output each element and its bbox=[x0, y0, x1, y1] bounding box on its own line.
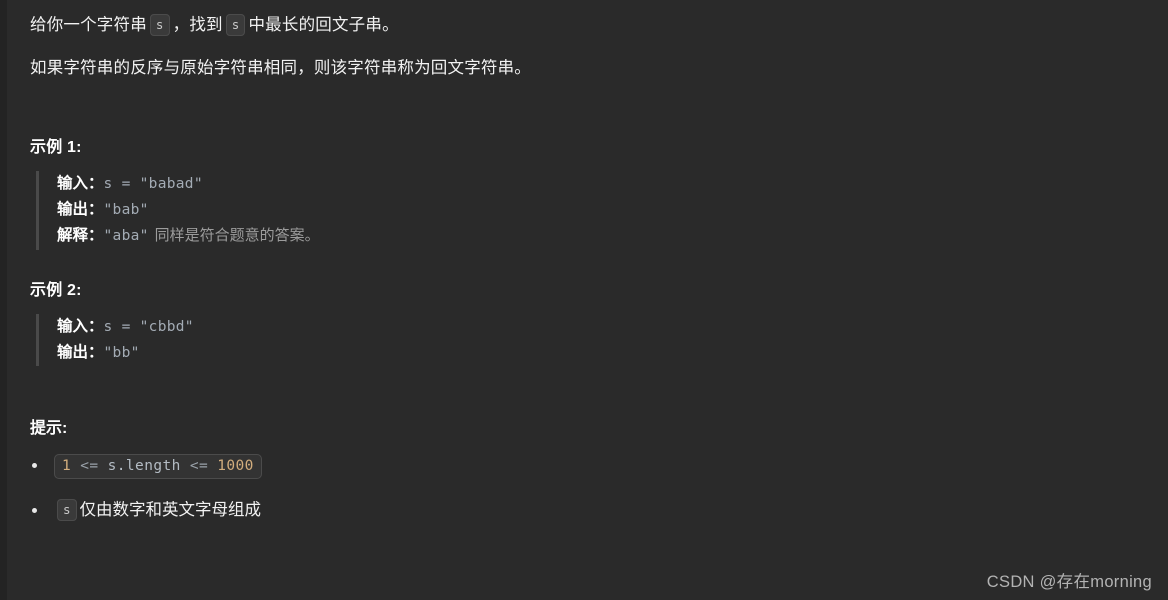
example-1-explain-code: "aba" bbox=[103, 228, 149, 245]
example-1-input-label: 输入： bbox=[57, 174, 104, 192]
paragraph-1-prefix: 给你一个字符串 bbox=[30, 16, 147, 34]
constraint-op-2: <= bbox=[180, 458, 218, 475]
example-2-output-label: 输出： bbox=[57, 344, 104, 362]
hints-title: 提示: bbox=[30, 420, 68, 438]
inline-code-s-2: s bbox=[225, 14, 246, 36]
inline-code-s-3: s bbox=[57, 498, 77, 521]
constraint-num-min: 1 bbox=[62, 458, 72, 475]
example-1-input-line: 输入：s = "babad" bbox=[57, 171, 1138, 197]
example-1-output-value: "bab" bbox=[103, 202, 149, 219]
example-1-output-label: 输出： bbox=[57, 201, 104, 219]
csdn-watermark: CSDN @存在morning bbox=[986, 573, 1152, 591]
paragraph-1-suffix: 中最长的回文子串。 bbox=[248, 16, 399, 34]
example-1-output-line: 输出："bab" bbox=[57, 197, 1138, 223]
example-1-title: 示例 1: bbox=[30, 138, 82, 156]
example-1-explain-line: 解释："aba" 同样是符合题意的答案。 bbox=[57, 223, 1138, 249]
example-2-block: 输入：s = "cbbd" 输出："bb" bbox=[36, 313, 1138, 367]
bullet-icon bbox=[32, 507, 37, 513]
constraint-num-max: 1000 bbox=[217, 458, 254, 475]
spacer-before-examples bbox=[30, 85, 1138, 133]
list-item: s 仅由数字和英文字母组成 bbox=[30, 497, 1138, 523]
inline-code-s-1: s bbox=[149, 14, 170, 36]
example-2-output-line: 输出："bb" bbox=[57, 340, 1138, 366]
constraint-code-length: 1 <= s.length <= 1000 bbox=[54, 454, 262, 480]
paragraph-1-mid: ，找到 bbox=[172, 16, 223, 34]
constraint-op-1: <= bbox=[71, 458, 108, 475]
problem-paragraph-2: 如果字符串的反序与原始字符串相同，则该字符串称为回文字符串。 bbox=[30, 59, 531, 78]
problem-content: 给你一个字符串 s ，找到 s 中最长的回文子串。 如果字符串的反序与原始字符串相同，则… bbox=[0, 0, 1168, 541]
list-item: 1 <= s.length <= 1000 bbox=[30, 452, 1138, 480]
example-1-input-value: s = "babad" bbox=[103, 175, 203, 192]
example-1-block: 输入：s = "babad" 输出："bab" 解释："aba" 同样是符合题意的… bbox=[36, 170, 1138, 250]
bullet-icon bbox=[32, 463, 37, 469]
example-2-input-label: 输入： bbox=[57, 317, 104, 335]
example-1-explain-text: 同样是符合题意的答案。 bbox=[154, 227, 320, 245]
constraint-identifier: s.length bbox=[107, 458, 181, 475]
hints-list: 1 <= s.length <= 1000 s 仅由数字和英文字母组成 bbox=[30, 452, 1138, 523]
spacer-between-examples bbox=[30, 250, 1138, 276]
example-2-output-value: "bb" bbox=[103, 345, 140, 362]
spacer-before-hints bbox=[30, 366, 1138, 414]
example-2-title: 示例 2: bbox=[30, 281, 82, 299]
problem-page: 给你一个字符串 s ，找到 s 中最长的回文子串。 如果字符串的反序与原始字符串相同，则… bbox=[0, 0, 1168, 600]
problem-paragraph-1: 给你一个字符串 s ，找到 s 中最长的回文子串。 bbox=[30, 10, 1138, 41]
example-2-input-line: 输入：s = "cbbd" bbox=[57, 314, 1138, 340]
example-2-input-value: s = "cbbd" bbox=[103, 318, 194, 335]
example-1-explain-label: 解释： bbox=[57, 227, 104, 245]
hint-2-text: 仅由数字和英文字母组成 bbox=[79, 500, 262, 519]
